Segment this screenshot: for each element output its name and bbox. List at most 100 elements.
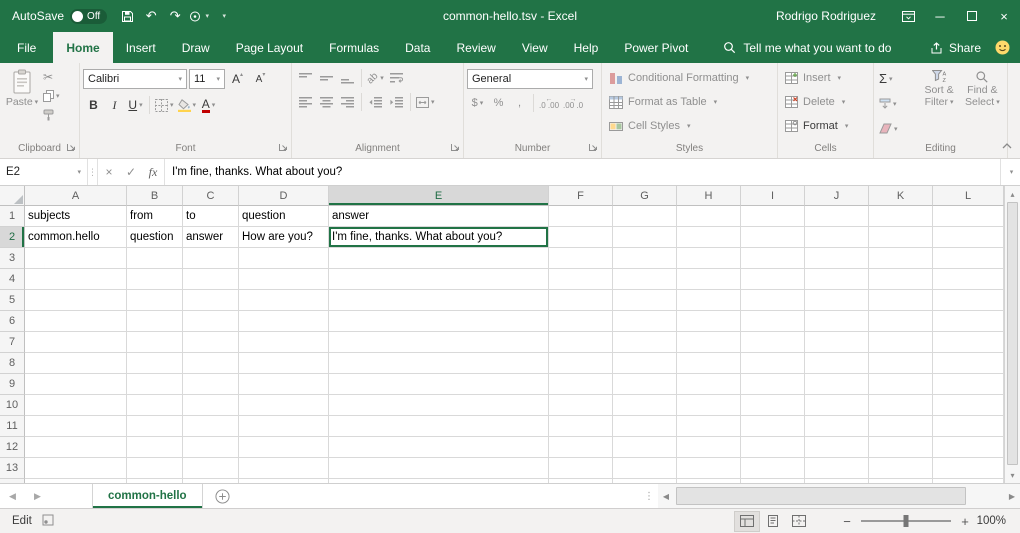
cell-J5[interactable] <box>805 290 869 311</box>
cell-A10[interactable] <box>25 395 127 416</box>
cell-B1[interactable]: from <box>127 206 183 227</box>
autosum-button[interactable]: Σ▾ <box>877 66 917 91</box>
copy-button[interactable]: ▾ <box>41 86 62 105</box>
cell-E4[interactable] <box>329 269 549 290</box>
wrap-text-button[interactable] <box>386 68 407 89</box>
cell-F10[interactable] <box>549 395 613 416</box>
cell-G11[interactable] <box>613 416 677 437</box>
row-header-8[interactable]: 8 <box>0 353 25 374</box>
cell-I9[interactable] <box>741 374 805 395</box>
cell-H13[interactable] <box>677 458 741 479</box>
cell-B12[interactable] <box>127 437 183 458</box>
row-header-11[interactable]: 11 <box>0 416 25 437</box>
cell-B5[interactable] <box>127 290 183 311</box>
scroll-right-button[interactable]: ▶ <box>1004 484 1020 508</box>
cell-F5[interactable] <box>549 290 613 311</box>
cell-I13[interactable] <box>741 458 805 479</box>
cell-B13[interactable] <box>127 458 183 479</box>
cell-J1[interactable] <box>805 206 869 227</box>
cell-D7[interactable] <box>239 332 329 353</box>
number-format-combo[interactable]: General▾ <box>467 69 593 89</box>
expand-formula-bar-button[interactable]: ▾ <box>1000 159 1020 185</box>
cell-D4[interactable] <box>239 269 329 290</box>
page-layout-view-button[interactable] <box>760 511 786 532</box>
cell-I7[interactable] <box>741 332 805 353</box>
cell-L3[interactable] <box>933 248 1004 269</box>
scroll-down-button[interactable]: ▾ <box>1005 467 1020 483</box>
cell-B7[interactable] <box>127 332 183 353</box>
cell-G12[interactable] <box>613 437 677 458</box>
align-bottom-button[interactable] <box>337 68 358 89</box>
cell-G13[interactable] <box>613 458 677 479</box>
cell-F4[interactable] <box>549 269 613 290</box>
horizontal-scroll-track[interactable] <box>674 484 1004 508</box>
cell-H4[interactable] <box>677 269 741 290</box>
cell-D3[interactable] <box>239 248 329 269</box>
cell-F12[interactable] <box>549 437 613 458</box>
enter-button[interactable]: ✓ <box>120 165 142 179</box>
previous-sheet-button[interactable]: ◀ <box>0 484 25 508</box>
cell-J7[interactable] <box>805 332 869 353</box>
cell-K6[interactable] <box>869 311 933 332</box>
zoom-level[interactable]: 100% <box>974 515 1020 527</box>
tab-draw[interactable]: Draw <box>169 32 223 63</box>
scroll-left-button[interactable]: ◀ <box>658 484 674 508</box>
tab-data[interactable]: Data <box>392 32 443 63</box>
cell-H2[interactable] <box>677 227 741 248</box>
font-name-combo[interactable]: Calibri▾ <box>83 69 187 89</box>
cell-A3[interactable] <box>25 248 127 269</box>
accounting-format-button[interactable]: $▾ <box>467 93 488 114</box>
cell-E7[interactable] <box>329 332 549 353</box>
formula-input[interactable]: I'm fine, thanks. What about you? <box>165 159 1000 185</box>
cell-G3[interactable] <box>613 248 677 269</box>
column-header-D[interactable]: D <box>239 186 329 206</box>
align-left-button[interactable] <box>295 92 316 113</box>
cell-H1[interactable] <box>677 206 741 227</box>
select-all-corner[interactable] <box>0 186 25 206</box>
italic-button[interactable]: I <box>104 95 125 116</box>
redo-button[interactable]: ↷ <box>163 2 187 30</box>
delete-cells-button[interactable]: Delete▾ <box>781 90 870 114</box>
row-header-10[interactable]: 10 <box>0 395 25 416</box>
cell-A8[interactable] <box>25 353 127 374</box>
name-box-splitter[interactable]: ⋮ <box>88 159 98 185</box>
cell-G5[interactable] <box>613 290 677 311</box>
cell-H11[interactable] <box>677 416 741 437</box>
ribbon-display-options-button[interactable] <box>892 0 924 32</box>
cell-A9[interactable] <box>25 374 127 395</box>
column-header-K[interactable]: K <box>869 186 933 206</box>
cell-K4[interactable] <box>869 269 933 290</box>
cell-I2[interactable] <box>741 227 805 248</box>
cell-J8[interactable] <box>805 353 869 374</box>
cell-L2[interactable] <box>933 227 1004 248</box>
align-right-button[interactable] <box>337 92 358 113</box>
vertical-scroll-thumb[interactable] <box>1007 202 1018 465</box>
row-header-2[interactable]: 2 <box>0 227 25 248</box>
cell-E9[interactable] <box>329 374 549 395</box>
align-middle-button[interactable] <box>316 68 337 89</box>
cell-A6[interactable] <box>25 311 127 332</box>
cell-E5[interactable] <box>329 290 549 311</box>
cell-C8[interactable] <box>183 353 239 374</box>
cell-F1[interactable] <box>549 206 613 227</box>
cell-C3[interactable] <box>183 248 239 269</box>
customize-qat-button[interactable]: ▾ <box>211 2 235 30</box>
cell-A2[interactable]: common.hello <box>25 227 127 248</box>
cell-K10[interactable] <box>869 395 933 416</box>
cell-J4[interactable] <box>805 269 869 290</box>
cell-G8[interactable] <box>613 353 677 374</box>
cell-B2[interactable]: question <box>127 227 183 248</box>
cell-C13[interactable] <box>183 458 239 479</box>
tab-home[interactable]: Home <box>53 32 112 63</box>
cell-D11[interactable] <box>239 416 329 437</box>
cell-E10[interactable] <box>329 395 549 416</box>
cell-C5[interactable] <box>183 290 239 311</box>
cell-G4[interactable] <box>613 269 677 290</box>
cell-I6[interactable] <box>741 311 805 332</box>
comma-style-button[interactable]: , <box>509 93 530 114</box>
cell-F7[interactable] <box>549 332 613 353</box>
macro-record-button[interactable] <box>42 514 54 529</box>
cell-A5[interactable] <box>25 290 127 311</box>
sort-filter-button[interactable]: AZ Sort & Filter▾ <box>917 66 960 142</box>
insert-cells-button[interactable]: Insert▾ <box>781 66 870 90</box>
